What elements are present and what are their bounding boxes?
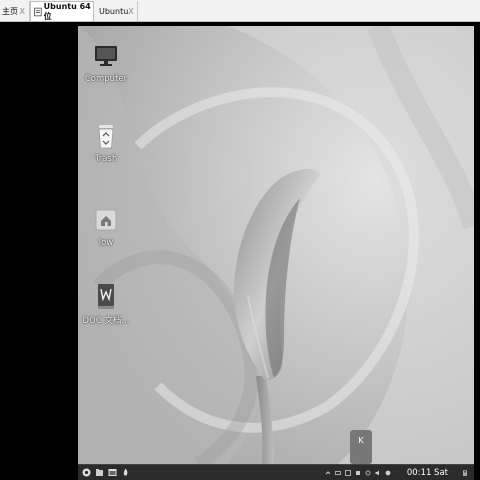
files-icon[interactable] — [95, 468, 104, 477]
document-icon — [98, 284, 114, 309]
terminal-icon[interactable] — [108, 468, 117, 477]
taskbar: 00:11 Sat — [78, 464, 474, 480]
home-folder-icon — [95, 209, 117, 231]
desktop-icon-home[interactable]: low — [78, 206, 136, 248]
desktop-icon-trash[interactable]: Trash — [78, 122, 136, 164]
network-icon[interactable] — [344, 469, 351, 476]
display-icon[interactable] — [355, 470, 361, 476]
desktop-icon-label: DOC 文档... — [82, 316, 130, 326]
vm-page-icon — [34, 7, 42, 16]
calla-lily-wallpaper — [78, 26, 474, 464]
tab-home[interactable]: 主页 X — [0, 1, 30, 21]
keyboard-icon[interactable] — [334, 470, 341, 476]
app-status-icon[interactable] — [385, 470, 391, 476]
taskbar-clock[interactable]: 00:11 Sat — [407, 468, 448, 478]
desktop-icon-computer[interactable]: Computer — [78, 42, 136, 84]
tab-ubuntu-close-icon[interactable]: X — [128, 7, 133, 16]
desktop-icon-label: low — [98, 238, 114, 248]
desktop-widget[interactable]: K — [350, 430, 372, 464]
tab-home-label: 主页 — [2, 6, 18, 16]
tab-ubuntu-label: Ubuntu — [99, 6, 129, 16]
volume-icon[interactable] — [375, 470, 381, 476]
settings-icon[interactable] — [121, 468, 130, 477]
system-tray: 00:11 Sat — [325, 468, 468, 478]
desktop-widget-label: K — [358, 436, 364, 445]
trash-icon — [98, 125, 114, 149]
desktop-icon-label: Computer — [84, 74, 128, 84]
battery-icon[interactable] — [462, 469, 468, 476]
tab-ubuntu-64-label: Ubuntu 64 位 — [43, 1, 91, 21]
vm-tab-bar: 主页 X Ubuntu 64 位 Ubuntu X — [0, 0, 480, 22]
guest-desktop[interactable]: Computer Trash low DOC 文档... K — [78, 26, 474, 464]
host-left-panel — [0, 22, 78, 480]
tab-home-close-icon[interactable]: X — [20, 7, 25, 16]
host-right-panel — [474, 22, 480, 480]
tab-ubuntu-64[interactable]: Ubuntu 64 位 — [30, 1, 94, 21]
sync-icon[interactable] — [365, 470, 371, 476]
desktop-icon-label: Trash — [94, 154, 118, 164]
desktop-icon-doc[interactable]: DOC 文档... — [78, 282, 136, 326]
start-menu-icon[interactable] — [82, 468, 91, 477]
taskbar-launchers — [82, 468, 130, 477]
tab-ubuntu[interactable]: Ubuntu X — [94, 1, 138, 21]
computer-icon — [95, 46, 117, 66]
chevron-up-icon[interactable] — [325, 470, 331, 476]
